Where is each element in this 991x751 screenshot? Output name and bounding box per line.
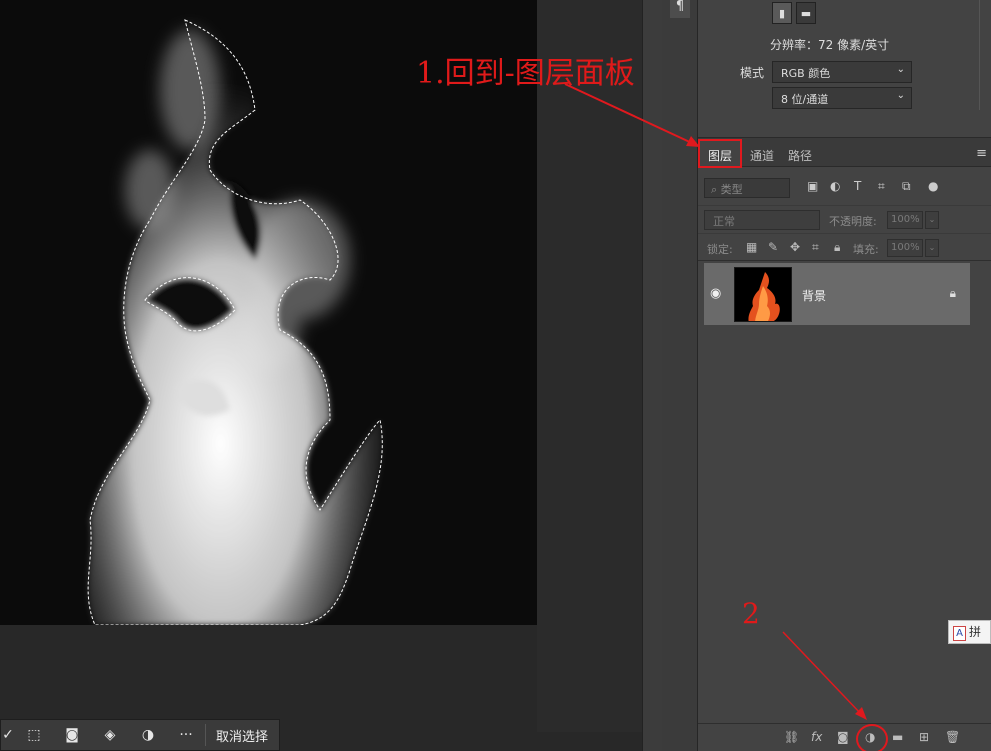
fire-image <box>0 0 537 625</box>
chevron-down-icon[interactable]: ⌄ <box>925 239 939 257</box>
adjustment-filter-icon[interactable]: ◐ <box>830 179 840 193</box>
pixel-filter-icon[interactable]: ▣ <box>807 179 818 193</box>
tab-channels[interactable]: 通道 <box>742 142 782 167</box>
filter-kind-label: 类型 <box>720 183 743 196</box>
orientation-buttons: ▮ ▬ <box>772 2 816 24</box>
shape-filter-icon[interactable]: ⌗ <box>878 179 885 194</box>
blend-row: 正常 不透明度: 100% ⌄ <box>698 205 991 233</box>
lock-icon[interactable]: 🔒︎ <box>950 286 956 301</box>
annotation-step-2: 2 <box>742 597 760 630</box>
layer-item-background[interactable]: ◉ 背景 🔒︎ <box>704 263 970 325</box>
layer-thumbnail <box>734 267 792 322</box>
select-subject-icon[interactable]: ⬚ <box>15 720 53 750</box>
annotation-step-1: 1.回到-图层面板 <box>416 56 635 91</box>
lock-artboard-icon[interactable]: ⌗ <box>812 240 819 255</box>
folder-icon[interactable]: ▬ <box>892 730 903 744</box>
highlight-circle <box>856 724 888 751</box>
layers-bottom-bar: ⛓ fx ◙ ◑ ▬ ⊞ 🗑︎ <box>698 723 991 751</box>
check-icon[interactable]: ✓ <box>1 720 15 750</box>
ime-icon: A <box>953 626 966 641</box>
fill-bucket-icon[interactable]: ◈ <box>91 720 129 750</box>
pasteboard <box>537 0 642 732</box>
lock-row: 锁定: ▦ ✎ ✥ ⌗ 🔒︎ 填充: 100% ⌄ <box>698 233 991 261</box>
photoshop-window: ✓ ⬚ ◙ ◈ ◑ ··· 取消选择 ¶ ▮ ▬ 分辨率：72 像素/英寸 模式… <box>0 0 991 751</box>
tab-layers[interactable]: 图层 <box>698 139 743 168</box>
tab-paths[interactable]: 路径 <box>780 142 820 167</box>
lock-label: 锁定: <box>707 243 733 256</box>
opacity-label: 不透明度: <box>829 215 877 228</box>
filter-kind-select[interactable]: ⌕ 类型 <box>704 178 790 198</box>
blend-mode-select[interactable]: 正常 <box>704 210 820 230</box>
bit-depth-select[interactable]: 8 位/通道 ⌄ <box>772 87 912 109</box>
panel-dock-strip: ¶ <box>662 0 698 751</box>
layer-filter-row: ⌕ 类型 ▣ ◐ T ⌗ ⧉ ● <box>704 178 986 200</box>
fire-thumbnail-image <box>735 268 791 321</box>
chevron-down-icon: ⌄ <box>896 90 905 101</box>
mask-icon[interactable]: ◙ <box>53 720 91 750</box>
layer-name: 背景 <box>802 289 827 303</box>
fill-label: 填充: <box>853 243 879 256</box>
fx-icon[interactable]: fx <box>811 730 822 744</box>
filter-toggle-icon[interactable]: ● <box>928 179 938 193</box>
chevron-down-icon: ⌄ <box>896 64 905 75</box>
lock-image-icon[interactable]: ✎ <box>768 240 778 254</box>
chevron-down-icon[interactable]: ⌄ <box>925 211 939 229</box>
new-layer-icon[interactable]: ⊞ <box>919 730 929 744</box>
link-icon[interactable]: ⛓ <box>784 730 799 744</box>
mask-icon[interactable]: ◙ <box>837 730 849 744</box>
smart-object-filter-icon[interactable]: ⧉ <box>902 179 911 194</box>
fill-field[interactable]: 100% <box>887 239 923 257</box>
lock-all-icon[interactable]: 🔒︎ <box>834 240 840 255</box>
contextual-task-bar: ✓ ⬚ ◙ ◈ ◑ ··· 取消选择 <box>0 719 280 751</box>
bit-depth-value: 8 位/通道 <box>781 93 829 106</box>
more-options-button[interactable]: ··· <box>167 720 205 750</box>
portrait-icon[interactable]: ▮ <box>772 2 792 24</box>
eye-icon[interactable]: ◉ <box>710 286 721 301</box>
canvas-vertical-scrollbar[interactable] <box>642 0 662 751</box>
color-mode-value: RGB 颜色 <box>781 67 831 80</box>
lock-transparency-icon[interactable]: ▦ <box>746 240 757 254</box>
canvas-area <box>0 0 642 732</box>
properties-scrollbar[interactable] <box>979 0 987 110</box>
adjustment-icon[interactable]: ◑ <box>129 720 167 750</box>
document-canvas[interactable] <box>0 0 537 625</box>
ime-toolbar[interactable]: A拼 <box>948 620 991 644</box>
opacity-field[interactable]: 100% <box>887 211 923 229</box>
paragraph-icon[interactable]: ¶ <box>670 0 690 18</box>
lock-position-icon[interactable]: ✥ <box>790 240 800 254</box>
panel-tabs: 图层 通道 路径 ≡ <box>698 138 991 168</box>
resolution-text: 分辨率：72 像素/英寸 <box>770 38 890 52</box>
layers-panel: 图层 通道 路径 ≡ ⌕ 类型 ▣ ◐ T ⌗ ⧉ ● 正常 不透明度: 100… <box>698 137 991 751</box>
color-mode-select[interactable]: RGB 颜色 ⌄ <box>772 61 912 83</box>
landscape-icon[interactable]: ▬ <box>796 2 816 24</box>
trash-icon[interactable]: 🗑︎ <box>945 730 960 744</box>
ime-label: 拼 <box>969 625 982 639</box>
mode-label: 模式 <box>740 66 765 80</box>
panel-menu-icon[interactable]: ≡ <box>976 146 987 161</box>
search-icon: ⌕ <box>711 183 721 196</box>
deselect-button[interactable]: 取消选择 <box>206 726 278 745</box>
properties-panel: ▮ ▬ 分辨率：72 像素/英寸 模式 RGB 颜色 ⌄ 8 位/通道 ⌄ <box>698 0 991 137</box>
type-filter-icon[interactable]: T <box>854 179 861 193</box>
